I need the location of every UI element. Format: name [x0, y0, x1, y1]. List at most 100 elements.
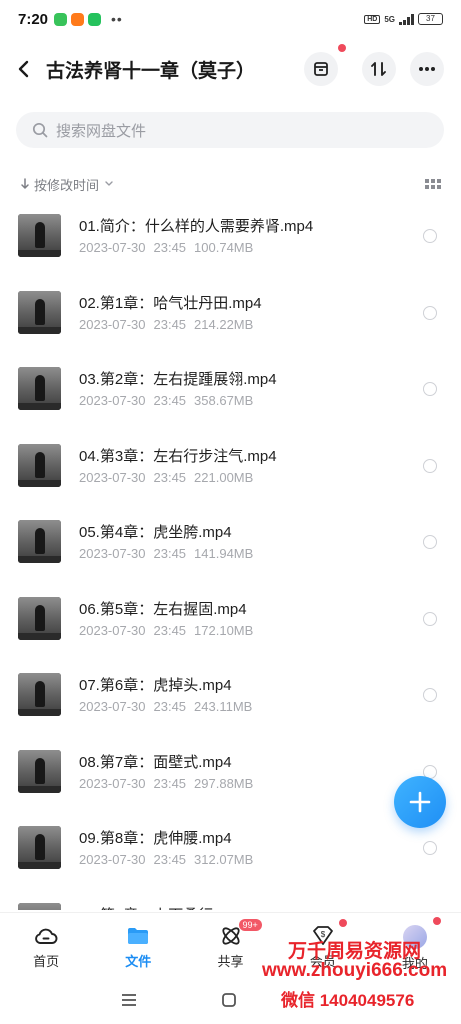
file-name: 09.第8章：虎伸腰.mp4	[79, 830, 232, 847]
file-meta: 2023-07-30 23:45 312.07MB	[79, 852, 261, 867]
file-size: 358.67MB	[194, 393, 254, 408]
file-name: 10.第9章：上下叠行.mp4	[79, 904, 247, 911]
file-date: 2023-07-30	[79, 775, 146, 791]
watermark-line-1: 万千周易资源网	[288, 941, 422, 962]
select-radio[interactable]	[423, 382, 437, 396]
home-square-icon[interactable]	[221, 992, 237, 1008]
status-time: 7:20	[18, 10, 49, 28]
file-size: 172.10MB	[194, 622, 254, 638]
vip-dot	[338, 919, 347, 927]
file-meta: 2023-07-30 23:45 297.88MB	[79, 776, 261, 791]
file-size: 243.11MB	[194, 699, 253, 714]
file-name: 08.第7章：面壁式.mp4	[79, 753, 232, 771]
network-label: 5G	[384, 14, 395, 24]
file-meta: 2023-07-30 23:45 141.94MB	[79, 546, 261, 561]
file-row[interactable]: 04.第3章：左右行步注气.mp4 2023-07-30 23:45 221.00MB	[0, 427, 461, 504]
folder-icon	[128, 928, 149, 944]
file-row[interactable]: 10.第9章：上下叠行.mp4	[0, 886, 461, 911]
nav-files[interactable]: 文件	[92, 913, 184, 978]
file-date: 2023-07-30	[79, 469, 146, 485]
watermark-line-3: 微信 1404049576	[281, 991, 415, 1010]
grid-view-icon[interactable]	[425, 179, 441, 189]
share-atom-icon	[221, 927, 240, 945]
file-name: 02.第1章：哈气壮丹田.mp4	[79, 294, 262, 312]
transfer-button[interactable]	[362, 52, 396, 86]
file-row[interactable]: 03.第2章：左右提踵展翎.mp4 2023-07-30 23:45 358.67MB	[0, 350, 461, 427]
file-row[interactable]: 09.第8章：虎伸腰.mp4 2023-07-30 23:45 312.07MB	[0, 809, 461, 886]
back-button[interactable]	[0, 44, 46, 94]
select-radio[interactable]	[423, 535, 437, 549]
sort-arrow-icon	[21, 178, 29, 189]
file-meta: 2023-07-30 23:45 358.67MB	[79, 393, 261, 408]
file-date: 2023-07-30	[79, 852, 146, 867]
file-size: 214.22MB	[194, 316, 254, 332]
file-size: 221.00MB	[194, 469, 254, 485]
search-placeholder: 搜索网盘文件	[56, 122, 147, 140]
nav-label: 共享	[217, 954, 244, 969]
file-name: 04.第3章：左右行步注气.mp4	[79, 447, 277, 465]
battery-icon: 37	[418, 13, 443, 25]
top-app-bar: 古法养肾十一章（莫子）.	[0, 44, 461, 94]
file-row[interactable]: 02.第1章：哈气壮丹田.mp4 2023-07-30 23:45 214.22MB	[0, 274, 461, 351]
nav-label: 文件	[125, 954, 152, 969]
select-radio[interactable]	[423, 458, 437, 473]
select-radio[interactable]	[423, 688, 437, 702]
archive-icon	[314, 62, 328, 76]
plus-icon	[409, 791, 431, 813]
page-title: 古法养肾十一章（莫子）.	[46, 60, 256, 82]
file-time: 23:45	[153, 393, 187, 408]
share-badge: 99+	[238, 919, 262, 931]
archive-button[interactable]	[304, 52, 338, 86]
video-thumbnail	[18, 902, 61, 910]
home-cloud-icon	[35, 928, 58, 944]
file-time: 23:45	[153, 852, 187, 867]
select-radio[interactable]	[423, 611, 437, 626]
file-date: 2023-07-30	[79, 546, 146, 561]
select-radio[interactable]	[423, 841, 437, 855]
file-time: 23:45	[153, 469, 187, 485]
more-button[interactable]	[410, 52, 444, 86]
video-thumbnail	[18, 749, 61, 793]
file-date: 2023-07-30	[79, 699, 146, 714]
file-name: 01.简介：什么样的人需要养肾.mp4	[79, 218, 314, 235]
file-meta: 2023-07-30 23:45 221.00MB	[79, 470, 261, 485]
file-date: 2023-07-30	[79, 316, 146, 332]
file-time: 23:45	[153, 775, 187, 791]
chevron-down-icon[interactable]	[103, 179, 115, 189]
sort-label[interactable]: 按修改时间	[34, 175, 99, 194]
file-name: 03.第2章：左右提踵展翎.mp4	[79, 371, 277, 388]
video-thumbnail	[18, 443, 61, 487]
signal-icon	[399, 13, 414, 25]
file-time: 23:45	[153, 240, 187, 255]
file-row[interactable]: 07.第6章：虎掉头.mp4 2023-07-30 23:45 243.11MB	[0, 656, 461, 733]
hd-icon: HD	[364, 14, 381, 24]
file-date: 2023-07-30	[79, 240, 146, 255]
file-size: 141.94MB	[194, 546, 254, 561]
menu-icon[interactable]	[120, 992, 138, 1008]
sort-row: 按修改时间	[20, 174, 441, 194]
file-date: 2023-07-30	[79, 622, 146, 638]
me-dot	[432, 917, 441, 925]
nav-home[interactable]: 首页	[0, 913, 92, 978]
file-row[interactable]: 06.第5章：左右握固.mp4 2023-07-30 23:45 172.10MB	[0, 580, 461, 657]
file-row[interactable]: 05.第4章：虎坐胯.mp4 2023-07-30 23:45 141.94MB	[0, 503, 461, 580]
file-name: 06.第5章：左右握固.mp4	[79, 600, 247, 618]
file-name: 07.第6章：虎掉头.mp4	[79, 677, 232, 694]
watermark-line-2: www.zhouyi666.com	[262, 960, 448, 981]
select-radio[interactable]	[423, 305, 437, 320]
search-bar[interactable]: 搜索网盘文件	[16, 112, 444, 148]
nav-label: 首页	[33, 954, 60, 969]
chevron-left-icon	[18, 60, 29, 78]
more-icon	[419, 67, 435, 71]
select-radio[interactable]	[423, 229, 437, 243]
file-time: 23:45	[153, 622, 187, 638]
add-button[interactable]	[394, 776, 446, 828]
file-meta: 2023-07-30 23:45 243.11MB	[79, 699, 260, 714]
file-row[interactable]: 08.第7章：面壁式.mp4 2023-07-30 23:45 297.88MB	[0, 733, 461, 810]
file-size: 297.88MB	[194, 775, 254, 791]
file-name: 05.第4章：虎坐胯.mp4	[79, 524, 232, 541]
file-row[interactable]: 01.简介：什么样的人需要养肾.mp4 2023-07-30 23:45 100.74…	[0, 197, 461, 274]
mi-app-icon	[71, 12, 85, 26]
file-time: 23:45	[153, 699, 187, 714]
file-time: 23:45	[153, 316, 187, 332]
